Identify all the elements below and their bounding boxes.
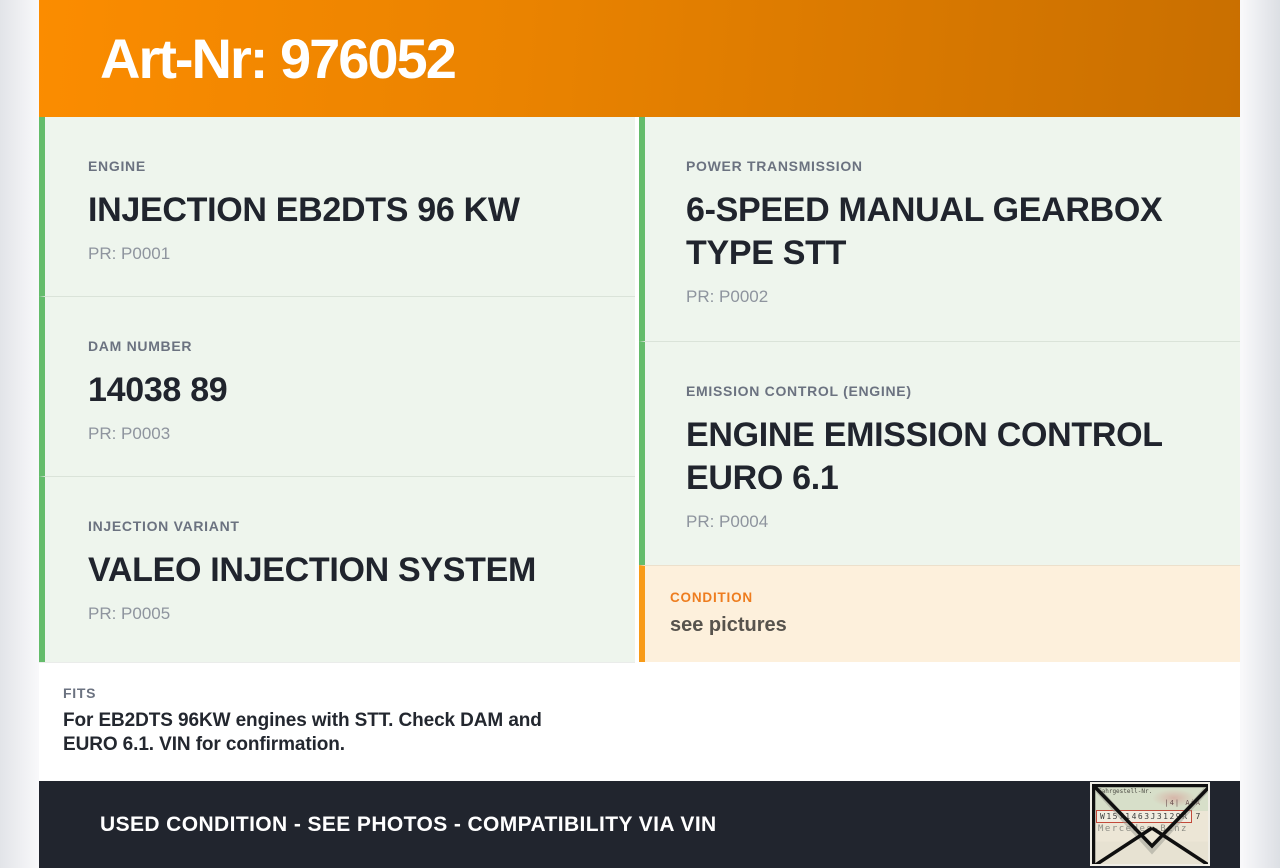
spec-title: ENGINE EMISSION CONTROL EURO 6.1 [686,416,1163,497]
spec-title: 14038 89 [88,371,228,409]
spec-card-dam-number: DAM NUMBER 14038 89 PR: P0003 [39,296,635,476]
condition-label: CONDITION [670,590,753,605]
listing-page: Art-Nr: 976052 ENGINE INJECTION EB2DTS 9… [39,0,1240,868]
spec-pr-code: PR: P0003 [88,423,171,443]
spec-card-emission-control: EMISSION CONTROL (ENGINE) ENGINE EMISSIO… [639,341,1240,565]
spec-pr-code: PR: P0002 [686,286,769,306]
spec-label: DAM NUMBER [88,338,193,354]
envelope-icon [1092,784,1208,864]
spec-title: VALEO INJECTION SYSTEM [88,551,537,589]
fits-text: For EB2DTS 96KW engines with STT. Check … [63,710,542,755]
condition-card: CONDITION see pictures [639,565,1240,662]
header: Art-Nr: 976052 [39,0,1240,117]
spec-pr-code: PR: P0001 [88,243,171,263]
fits-card: FITS For EB2DTS 96KW engines with STT. C… [39,662,635,777]
right-column: POWER TRANSMISSION 6-SPEED MANUAL GEARBO… [639,117,1240,777]
spec-card-power-transmission: POWER TRANSMISSION 6-SPEED MANUAL GEARBO… [639,117,1240,341]
spec-label: ENGINE [88,158,146,174]
footer-bar: USED CONDITION - SEE PHOTOS - COMPATIBIL… [39,781,1240,868]
spec-label: INJECTION VARIANT [88,518,240,534]
condition-text: see pictures [670,614,787,636]
spec-card-injection-variant: INJECTION VARIANT VALEO INJECTION SYSTEM… [39,476,635,662]
footer-text: USED CONDITION - SEE PHOTOS - COMPATIBIL… [100,812,717,836]
fits-label: FITS [63,685,97,701]
page-title: Art-Nr: 976052 [100,27,457,90]
spec-label: EMISSION CONTROL (ENGINE) [686,383,912,399]
spec-label: POWER TRANSMISSION [686,158,863,174]
spec-columns: ENGINE INJECTION EB2DTS 96 KW PR: P0001 … [39,117,1240,777]
document-photo[interactable]: Fahrgestell-Nr. |4| AiA W1571463J3129R 7… [1090,782,1210,866]
spec-card-engine: ENGINE INJECTION EB2DTS 96 KW PR: P0001 [39,117,635,296]
left-column: ENGINE INJECTION EB2DTS 96 KW PR: P0001 … [39,117,635,777]
spec-title: INJECTION EB2DTS 96 KW [88,191,520,229]
spec-title: 6-SPEED MANUAL GEARBOX TYPE STT [686,191,1163,272]
spec-pr-code: PR: P0005 [88,603,171,623]
spec-pr-code: PR: P0004 [686,511,769,531]
